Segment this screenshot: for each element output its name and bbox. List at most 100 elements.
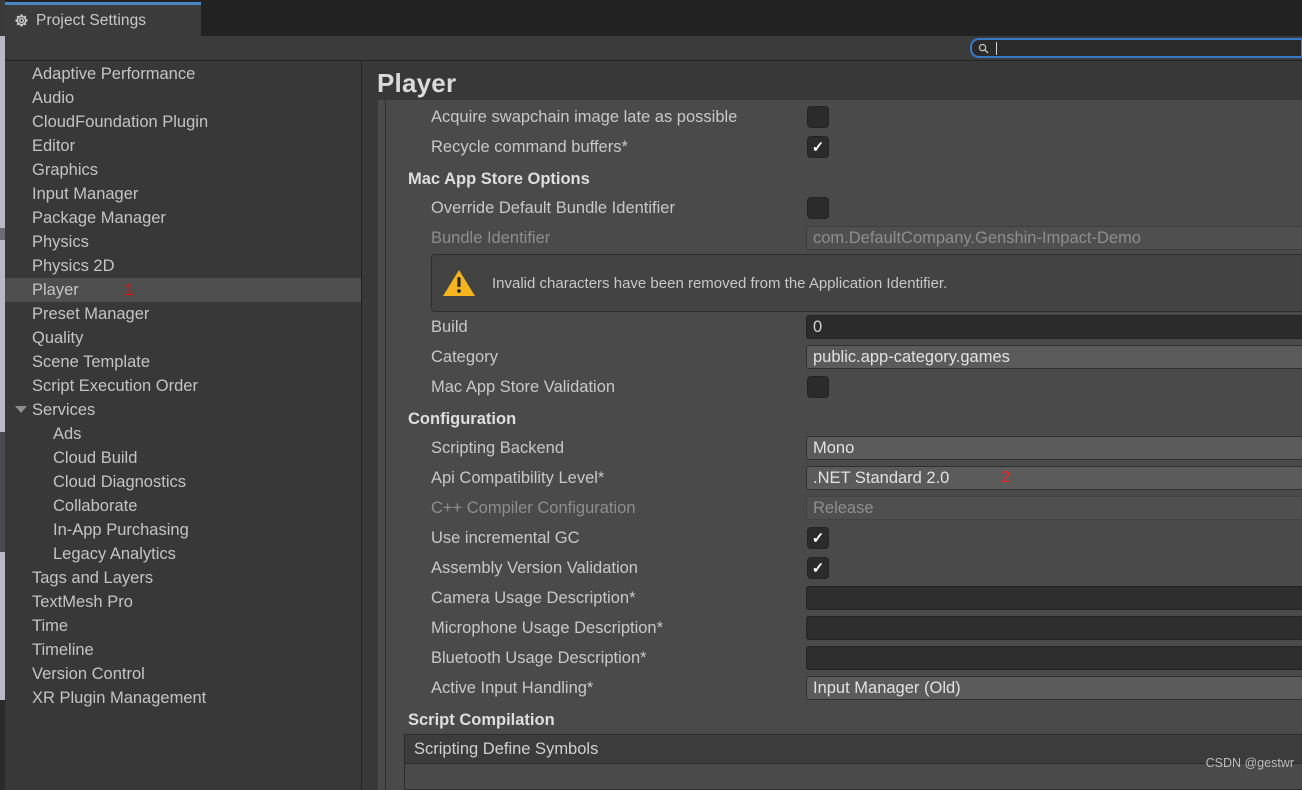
sidebar-item-textmesh-pro[interactable]: TextMesh Pro <box>5 590 361 614</box>
dropdown-value: public.app-category.games <box>813 347 1010 366</box>
tab-label: Project Settings <box>36 11 147 29</box>
checkbox-acquire-swapchain-image-late-as-possible[interactable] <box>807 106 829 128</box>
sidebar-item-scene-template[interactable]: Scene Template <box>5 350 361 374</box>
dropdown-value: Input Manager (Old) <box>813 678 961 697</box>
sidebar-item-label: Cloud Build <box>53 449 138 467</box>
setting-label: Build <box>431 317 468 336</box>
sidebar-item-ads[interactable]: Ads <box>5 422 361 446</box>
annotation-marker: 1 <box>124 282 134 299</box>
sidebar-item-preset-manager[interactable]: Preset Manager <box>5 302 361 326</box>
gear-icon <box>15 14 28 27</box>
sidebar-item-cloudfoundation-plugin[interactable]: CloudFoundation Plugin <box>5 110 361 134</box>
search-icon <box>972 40 994 56</box>
setting-row-c-compiler-configuration: C++ Compiler Configuration Release <box>386 493 1302 523</box>
dropdown-scripting-backend[interactable]: Mono <box>806 436 1302 460</box>
sidebar-item-graphics[interactable]: Graphics <box>5 158 361 182</box>
input-value: 0 <box>813 317 823 336</box>
section-heading-script-compilation: Script Compilation <box>408 711 555 729</box>
sidebar-item-timeline[interactable]: Timeline <box>5 638 361 662</box>
sidebar-item-cloud-build[interactable]: Cloud Build <box>5 446 361 470</box>
sidebar-item-in-app-purchasing[interactable]: In-App Purchasing <box>5 518 361 542</box>
input-microphone-usage-description[interactable] <box>806 616 1302 640</box>
chevron-down-icon[interactable] <box>15 406 27 413</box>
toolbar <box>5 36 1302 61</box>
search-input[interactable] <box>994 40 1301 56</box>
setting-label: Use incremental GC <box>431 528 580 547</box>
setting-row-camera-usage-description: Camera Usage Description* <box>386 583 1302 613</box>
settings-sidebar[interactable]: Adaptive Performance Audio CloudFoundation… <box>5 62 362 790</box>
setting-label: Override Default Bundle Identifier <box>431 198 675 217</box>
setting-label: Recycle command buffers* <box>431 137 628 156</box>
input-bundle-identifier[interactable]: com.DefaultCompany.Genshin-Impact-Demo <box>806 226 1302 250</box>
setting-field-area: ✓ <box>806 553 1302 583</box>
sidebar-item-script-execution-order[interactable]: Script Execution Order <box>5 374 361 398</box>
sidebar-item-label: Graphics <box>32 161 99 179</box>
checkbox-mac-app-store-validation[interactable] <box>807 376 829 398</box>
sidebar-item-physics[interactable]: Physics <box>5 230 361 254</box>
sidebar-item-label: Time <box>32 617 69 635</box>
sidebar-item-label: Adaptive Performance <box>32 65 196 83</box>
checkbox-assembly-version-validation[interactable]: ✓ <box>807 557 829 579</box>
dropdown-api-compatibility-level[interactable]: .NET Standard 2.0 2 <box>806 466 1302 490</box>
setting-label: Category <box>431 347 498 366</box>
sidebar-item-label: Physics 2D <box>32 257 115 275</box>
sidebar-item-services[interactable]: Services <box>5 398 361 422</box>
checkbox-use-incremental-gc[interactable]: ✓ <box>807 527 829 549</box>
sidebar-item-xr-plugin-management[interactable]: XR Plugin Management <box>5 686 361 710</box>
sidebar-item-label: Preset Manager <box>32 305 150 323</box>
dropdown-category[interactable]: public.app-category.games <box>806 345 1302 369</box>
sidebar-item-input-manager[interactable]: Input Manager <box>5 182 361 206</box>
sidebar-item-physics-2d[interactable]: Physics 2D <box>5 254 361 278</box>
sidebar-item-adaptive-performance[interactable]: Adaptive Performance <box>5 62 361 86</box>
settings-main-panel: Player Acquire swapchain image late as p… <box>363 62 1302 790</box>
sidebar-item-tags-and-layers[interactable]: Tags and Layers <box>5 566 361 590</box>
sidebar-item-label: Tags and Layers <box>32 569 154 587</box>
setting-field-area: 0 <box>806 312 1302 342</box>
input-build[interactable]: 0 <box>806 315 1302 339</box>
sidebar-item-collaborate[interactable]: Collaborate <box>5 494 361 518</box>
tab-project-settings[interactable]: Project Settings <box>5 2 201 36</box>
setting-row-category: Category public.app-category.games <box>386 342 1302 372</box>
warning-text: Invalid characters have been removed fro… <box>492 274 948 292</box>
setting-field-area <box>806 613 1302 643</box>
setting-field-area: ✓ <box>806 132 1302 162</box>
checkbox-override-default-bundle-identifier[interactable] <box>807 197 829 219</box>
warning-triangle-icon <box>443 270 475 296</box>
setting-row-mac-app-store-validation: Mac App Store Validation <box>386 372 1302 402</box>
sidebar-item-label: Package Manager <box>32 209 166 227</box>
search-field[interactable] <box>970 38 1302 58</box>
checkbox-recycle-command-buffers[interactable]: ✓ <box>807 136 829 158</box>
setting-label: Bluetooth Usage Description* <box>431 648 647 667</box>
dropdown-active-input-handling[interactable]: Input Manager (Old) <box>806 676 1302 700</box>
scripting-define-symbols-list[interactable] <box>404 764 1302 790</box>
section-heading-configuration: Configuration <box>408 410 517 428</box>
setting-row-assembly-version-validation: Assembly Version Validation ✓ <box>386 553 1302 583</box>
sidebar-item-cloud-diagnostics[interactable]: Cloud Diagnostics <box>5 470 361 494</box>
input-bluetooth-usage-description[interactable] <box>806 646 1302 670</box>
sidebar-item-quality[interactable]: Quality <box>5 326 361 350</box>
sidebar-item-label: Scene Template <box>32 353 151 371</box>
setting-label: Assembly Version Validation <box>431 558 638 577</box>
input-camera-usage-description[interactable] <box>806 586 1302 610</box>
sidebar-item-package-manager[interactable]: Package Manager <box>5 206 361 230</box>
sidebar-item-version-control[interactable]: Version Control <box>5 662 361 686</box>
sidebar-item-label: Collaborate <box>53 497 138 515</box>
sidebar-item-time[interactable]: Time <box>5 614 361 638</box>
setting-field-area: Input Manager (Old) <box>806 673 1302 703</box>
setting-label: Scripting Backend <box>431 438 564 457</box>
sidebar-item-legacy-analytics[interactable]: Legacy Analytics <box>5 542 361 566</box>
sidebar-item-label: XR Plugin Management <box>32 689 207 707</box>
panel-frame: Acquire swapchain image late as possible… <box>378 100 1302 790</box>
sidebar-item-label: Editor <box>32 137 76 155</box>
dropdown-value: Mono <box>813 438 855 457</box>
setting-field-area <box>806 372 1302 402</box>
scripting-define-symbols-header[interactable]: Scripting Define Symbols <box>404 734 1302 764</box>
sidebar-item-editor[interactable]: Editor <box>5 134 361 158</box>
sidebar-item-audio[interactable]: Audio <box>5 86 361 110</box>
sidebar-item-label: Audio <box>32 89 75 107</box>
setting-row-active-input-handling: Active Input Handling* Input Manager (Old… <box>386 673 1302 703</box>
panel-inner: Acquire swapchain image late as possible… <box>385 100 1302 790</box>
sidebar-item-player[interactable]: Player 1 <box>5 278 361 302</box>
sidebar-item-label: Services <box>32 401 96 419</box>
sidebar-item-label: Cloud Diagnostics <box>53 473 186 491</box>
